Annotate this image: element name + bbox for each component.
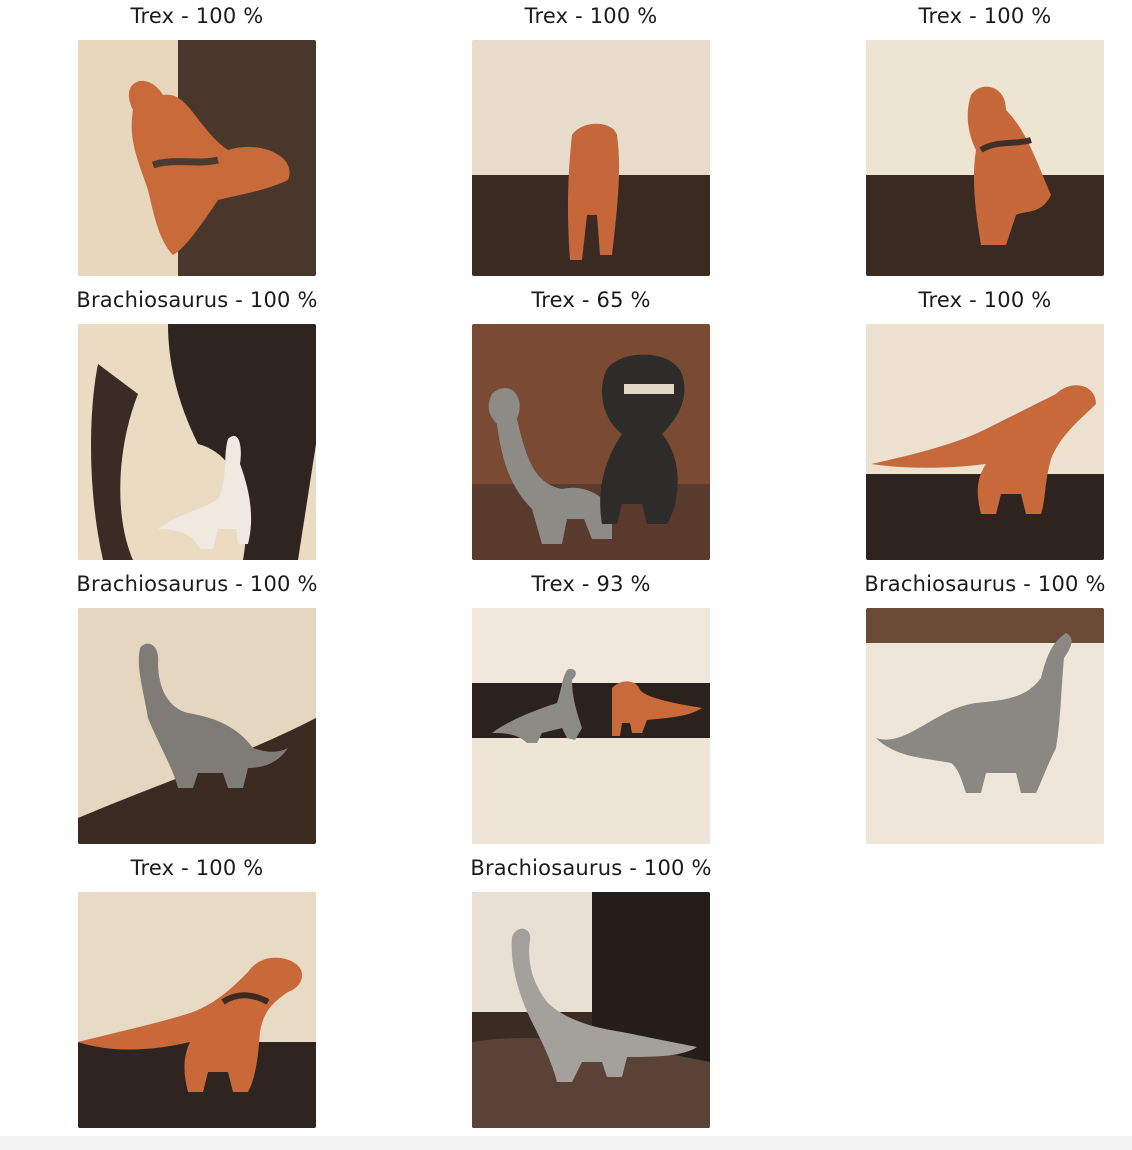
grid-cell-5: Trex - 65 % bbox=[394, 284, 788, 568]
grid-cell-4: Brachiosaurus - 100 % bbox=[0, 284, 394, 568]
dinosaur-photo bbox=[472, 40, 710, 276]
image-caption: Brachiosaurus - 100 % bbox=[76, 288, 318, 312]
dinosaur-photo bbox=[472, 892, 710, 1128]
grid-cell-3: Trex - 100 % bbox=[788, 0, 1132, 284]
dinosaur-photo bbox=[78, 608, 316, 844]
dinosaur-photo bbox=[78, 892, 316, 1128]
image-caption: Trex - 100 % bbox=[524, 4, 658, 28]
image-caption: Trex - 65 % bbox=[531, 288, 651, 312]
image-caption: Trex - 93 % bbox=[531, 572, 651, 596]
dinosaur-photo bbox=[78, 324, 316, 560]
grid-cell-8: Trex - 93 % bbox=[394, 568, 788, 852]
grid-cell-7: Brachiosaurus - 100 % bbox=[0, 568, 394, 852]
grid-cell-6: Trex - 100 % bbox=[788, 284, 1132, 568]
dinosaur-photo bbox=[866, 324, 1104, 560]
image-caption: Trex - 100 % bbox=[918, 4, 1052, 28]
grid-cell-10: Trex - 100 % bbox=[0, 852, 394, 1136]
image-caption: Trex - 100 % bbox=[130, 4, 264, 28]
grid-cell-11: Brachiosaurus - 100 % bbox=[394, 852, 788, 1136]
dinosaur-photo bbox=[866, 608, 1104, 844]
image-caption: Trex - 100 % bbox=[918, 288, 1052, 312]
image-caption: Brachiosaurus - 100 % bbox=[76, 572, 318, 596]
grid-cell-2: Trex - 100 % bbox=[394, 0, 788, 284]
dinosaur-photo bbox=[472, 324, 710, 560]
dinosaur-photo bbox=[866, 40, 1104, 276]
image-caption: Brachiosaurus - 100 % bbox=[470, 856, 712, 880]
image-caption: Brachiosaurus - 100 % bbox=[864, 572, 1106, 596]
grid-cell-9: Brachiosaurus - 100 % bbox=[788, 568, 1132, 852]
grid-cell-1: Trex - 100 % bbox=[0, 0, 394, 284]
image-caption: Trex - 100 % bbox=[130, 856, 264, 880]
bottom-strip bbox=[0, 1136, 1132, 1150]
dinosaur-photo bbox=[472, 608, 710, 844]
dinosaur-photo bbox=[78, 40, 316, 276]
